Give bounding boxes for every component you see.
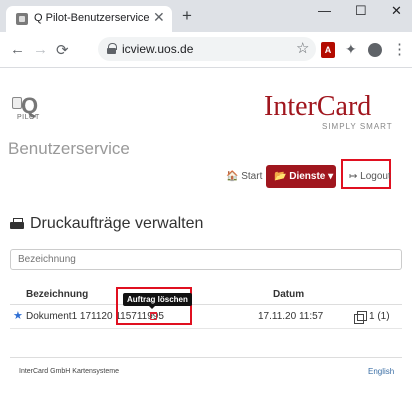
- address-toolbar: ← → ⟳ icview.uos.de ☆ A ✦ ⋮: [0, 32, 412, 68]
- maximize-icon[interactable]: ☐: [355, 3, 367, 19]
- url-text: icview.uos.de: [122, 42, 194, 56]
- start-link[interactable]: 🏠 Start: [226, 171, 262, 182]
- reload-icon[interactable]: ⟳: [56, 41, 69, 59]
- search-input[interactable]: [10, 249, 402, 270]
- job-date: 17.11.20 11:57: [258, 311, 324, 322]
- browser-tab[interactable]: Q Pilot-Benutzerservice ✕: [6, 6, 172, 32]
- tooltip-highlight: Auftrag löschen: [116, 287, 192, 325]
- footer-company: InterCard GmbH Kartensysteme: [19, 368, 119, 375]
- page-title: Druckaufträge verwalten: [30, 215, 204, 232]
- intercard-tagline: SIMPLY SMART: [322, 122, 393, 131]
- footer-divider: [10, 357, 402, 358]
- printer-icon: [10, 218, 24, 230]
- new-tab-icon[interactable]: +: [182, 6, 192, 26]
- forward-icon[interactable]: →: [33, 41, 48, 58]
- window-close-icon[interactable]: ✕: [391, 3, 402, 19]
- dienste-dropdown-button[interactable]: 📂 Dienste ▾: [266, 165, 336, 188]
- minimize-icon[interactable]: —: [318, 3, 331, 18]
- favorite-star-icon[interactable]: ★: [13, 309, 23, 322]
- logout-link[interactable]: ↦ Logout: [349, 171, 391, 182]
- tab-title: Q Pilot-Benutzerservice: [34, 12, 150, 24]
- pdf-extension-icon[interactable]: A: [321, 42, 335, 58]
- logout-highlight: ↦ Logout: [341, 159, 391, 189]
- tab-close-icon[interactable]: ✕: [153, 9, 165, 26]
- browser-tab-bar: Q Pilot-Benutzerservice ✕ + — ☐ ✕: [0, 0, 412, 32]
- url-bar[interactable]: icview.uos.de: [98, 37, 316, 61]
- back-icon[interactable]: ←: [10, 41, 25, 58]
- qpilot-logo-text: PILOT: [17, 114, 40, 121]
- lock-icon: [107, 43, 117, 54]
- table-divider: [10, 304, 402, 305]
- browser-menu-icon[interactable]: ⋮: [392, 40, 407, 58]
- column-header-bezeichnung: Bezeichnung: [26, 289, 89, 300]
- copies-icon: [354, 311, 367, 324]
- column-header-datum: Datum: [273, 289, 305, 300]
- page-content: Q PILOT InterCard SIMPLY SMART Benutzers…: [0, 69, 412, 394]
- delete-tooltip: Auftrag löschen: [123, 293, 192, 306]
- tooltip-arrow: [148, 305, 156, 309]
- profile-avatar-icon[interactable]: [368, 43, 382, 57]
- bookmark-star-icon[interactable]: ☆: [296, 39, 309, 57]
- intercard-logo: InterCard: [264, 91, 372, 122]
- extensions-icon[interactable]: ✦: [345, 41, 357, 58]
- tab-favicon-icon: [16, 13, 28, 25]
- service-title: Benutzerservice: [8, 139, 130, 158]
- language-link[interactable]: English: [368, 367, 394, 376]
- job-copies: 1 (1): [369, 311, 390, 322]
- qpilot-logo: Q PILOT: [12, 93, 42, 125]
- table-row-divider: [10, 328, 402, 329]
